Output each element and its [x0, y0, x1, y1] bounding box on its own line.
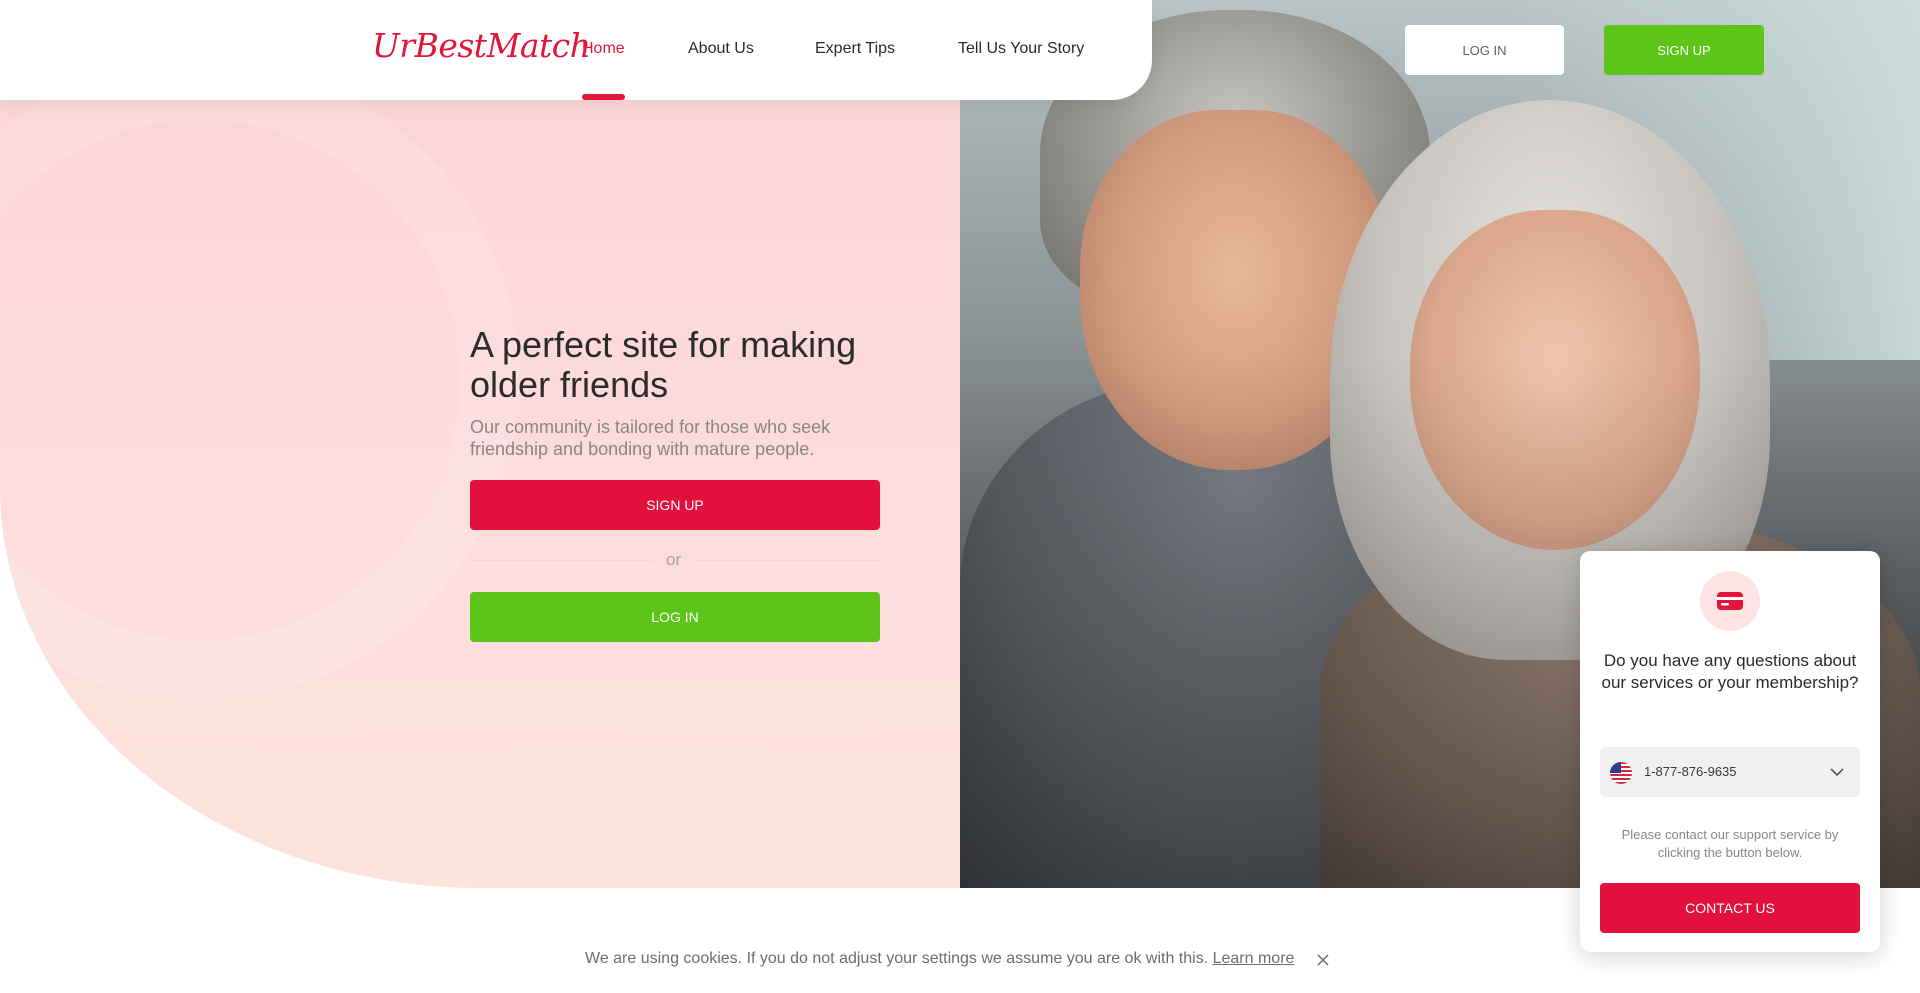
contact-us-button[interactable]: CONTACT US: [1600, 883, 1860, 933]
site-logo[interactable]: UrBestMatch: [372, 26, 591, 65]
hero-subtitle: Our community is tailored for those who …: [470, 417, 831, 459]
divider-right: [697, 560, 880, 561]
hero-login-button[interactable]: LOG IN: [470, 592, 880, 642]
nav-expert-tips[interactable]: Expert Tips: [815, 40, 895, 58]
nav-tell-us-your-story[interactable]: Tell Us Your Story: [958, 40, 1084, 58]
header-login-button[interactable]: LOG IN: [1405, 25, 1564, 75]
hero-signup-button[interactable]: SIGN UP: [470, 480, 880, 530]
divider-left: [470, 560, 653, 561]
phone-select[interactable]: 1-877-876-9635: [1600, 747, 1860, 797]
hero-title: A perfect site for making older friends: [470, 324, 857, 405]
nav-active-indicator: [582, 94, 625, 100]
header-nav: UrBestMatch Home About Us Expert Tips Te…: [0, 0, 1152, 100]
chevron-down-icon: [1830, 768, 1844, 777]
learn-more-link[interactable]: Learn more: [1213, 950, 1295, 967]
support-title: Do you have any questions about our serv…: [1601, 651, 1859, 692]
phone-number: 1-877-876-9635: [1644, 764, 1737, 779]
cookie-banner: We are using cookies. If you do not adju…: [585, 950, 1294, 968]
us-flag-icon: [1610, 762, 1632, 784]
nav-home[interactable]: Home: [582, 40, 625, 58]
or-label: or: [666, 550, 682, 569]
header-signup-button[interactable]: SIGN UP: [1604, 25, 1764, 75]
support-widget: Do you have any questions about our serv…: [1580, 551, 1880, 952]
nav-about-us[interactable]: About Us: [688, 40, 754, 58]
close-icon[interactable]: [1315, 952, 1331, 968]
credit-card-icon: [1717, 592, 1743, 610]
support-note: Please contact our support service by cl…: [1621, 827, 1839, 860]
support-icon-badge: [1700, 571, 1760, 631]
page: UrBestMatch Home About Us Expert Tips Te…: [0, 0, 1920, 993]
cookie-text: We are using cookies. If you do not adju…: [585, 950, 1209, 967]
